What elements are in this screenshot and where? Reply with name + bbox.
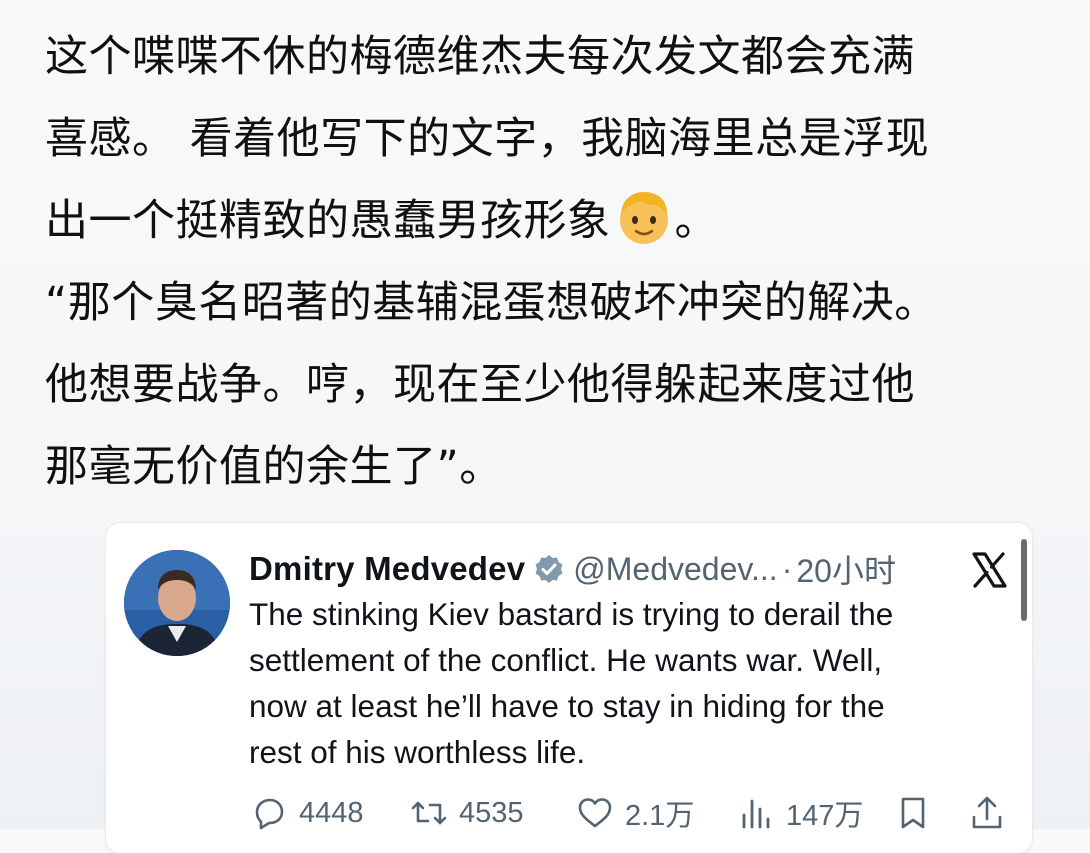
boy-face-emoji (615, 189, 673, 247)
tweet-body-line: settlement of the conflict. He wants war… (249, 642, 883, 678)
share-button[interactable] (967, 793, 1007, 833)
tweet-body-line: now at least he’ll have to stay in hidin… (249, 688, 885, 724)
x-logo-icon[interactable] (970, 551, 1008, 589)
retweet-count: 4535 (459, 796, 524, 829)
bookmark-icon (901, 797, 925, 829)
tweet-body-line: The stinking Kiev bastard is trying to d… (249, 596, 894, 632)
display-name[interactable]: Dmitry Medvedev (249, 550, 525, 588)
bookmark-button[interactable] (893, 793, 933, 833)
post-line: 他想要战争。哼，现在至少他得躲起来度过他 (45, 360, 915, 410)
handle[interactable]: @Medvedev... (573, 551, 777, 588)
reply-count: 4448 (299, 796, 364, 829)
like-count: 2.1万 (625, 800, 695, 832)
post-line: 出一个挺精致的愚蠢男孩形象 。 (45, 180, 1070, 262)
scrollbar[interactable] (1021, 539, 1027, 621)
tweet-body: The stinking Kiev bastard is trying to d… (249, 591, 999, 775)
tweet-action-bar: 4448 4535 2.1万 147万 (249, 793, 1019, 833)
verified-badge-icon (535, 555, 563, 583)
post-line: 那毫无价值的余生了”。 (45, 442, 503, 492)
tweet-body-line: rest of his worthless life. (249, 734, 586, 770)
timestamp[interactable]: 20小时 (796, 546, 896, 592)
post-line: 喜感。 看着他写下的文字，我脑海里总是浮现 (45, 114, 930, 164)
reply-icon (255, 798, 284, 830)
post-line-end: 。 (674, 196, 718, 246)
views-button[interactable]: 147万 (736, 793, 863, 833)
retweet-icon (411, 801, 447, 825)
retweet-button[interactable]: 4535 (409, 793, 524, 833)
separator-dot: · (781, 550, 793, 587)
share-icon (972, 796, 1002, 829)
like-icon (578, 798, 612, 828)
tweet-header: Dmitry Medvedev @Medvedev... · 20小时 (249, 547, 896, 591)
avatar[interactable] (124, 550, 230, 656)
post-line: 这个喋喋不休的梅德维杰夫每次发文都会充满 (45, 32, 915, 82)
post-line: “那个臭名昭著的基辅混蛋想破坏冲突的解决。 (45, 278, 938, 328)
views-count: 147万 (786, 800, 864, 832)
post-text: 这个喋喋不休的梅德维杰夫每次发文都会充满 喜感。 看着他写下的文字，我脑海里总是… (45, 16, 1070, 508)
views-icon (742, 799, 770, 829)
like-button[interactable]: 2.1万 (575, 793, 694, 833)
reply-button[interactable]: 4448 (249, 793, 364, 833)
post-line-text: 出一个挺精致的愚蠢男孩形象 (45, 196, 611, 246)
embedded-tweet-card[interactable]: Dmitry Medvedev @Medvedev... · 20小时 The … (106, 523, 1032, 853)
